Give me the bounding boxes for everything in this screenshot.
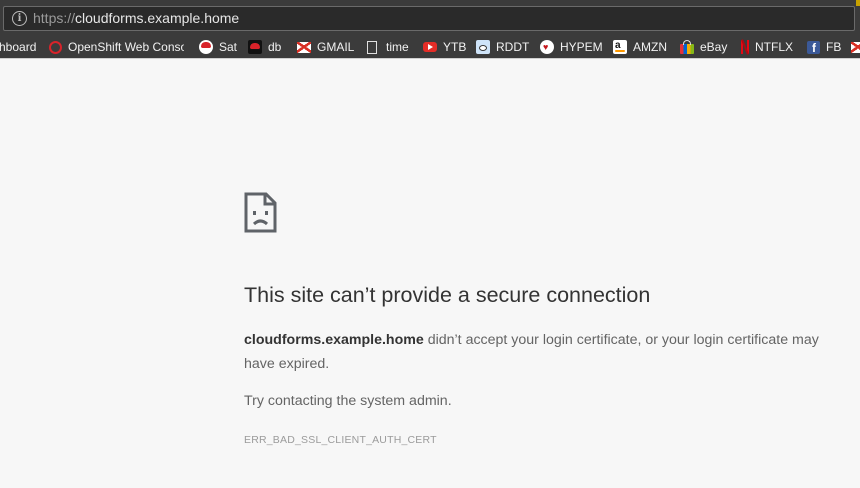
gmail-icon [297, 42, 311, 53]
page-icon [367, 40, 377, 54]
bookmark-label: time [386, 40, 409, 54]
error-host: cloudforms.example.home [244, 332, 424, 348]
gmail-icon [851, 42, 860, 53]
bookmark-gmail[interactable]: GMAIL [297, 36, 354, 58]
hypem-icon: ♥ [540, 40, 554, 54]
bookmark-label: OpenShift Web Conso [68, 40, 184, 54]
bookmark-youtube[interactable]: YTB [423, 36, 466, 58]
amazon-icon: a [613, 40, 627, 54]
bookmark-hypem[interactable]: ♥ HYPEM [540, 36, 603, 58]
info-icon[interactable]: i [12, 11, 27, 26]
bookmark-gmail-2[interactable] [851, 36, 860, 58]
browser-toolbar: i https://cloudforms.example.home [0, 0, 860, 36]
bookmark-label: NTFLX [755, 40, 794, 54]
bookmark-label: Sat [219, 40, 238, 54]
bookmark-netflix[interactable]: NTFLX [741, 36, 793, 58]
bookmark-openshift[interactable]: OpenShift Web Conso [49, 36, 184, 58]
youtube-icon [423, 42, 437, 52]
facebook-icon: f [807, 40, 820, 54]
url-text[interactable]: https://cloudforms.example.home [33, 10, 239, 26]
error-description: cloudforms.example.home didn’t accept yo… [244, 328, 844, 376]
openshift-icon [49, 40, 62, 54]
bookmark-amazon[interactable]: a AMZN [613, 36, 667, 58]
bookmark-label: RDDT [496, 40, 530, 54]
error-hint: Try contacting the system admin. [244, 393, 452, 409]
bookmark-label: YTB [443, 40, 467, 54]
bookmark-reddit[interactable]: RDDT [476, 36, 529, 58]
bookmark-label: FB [826, 40, 842, 54]
redhat-dark-icon [248, 40, 262, 54]
toolbar-divider [0, 58, 860, 59]
netflix-icon [741, 39, 749, 55]
reddit-icon [476, 40, 490, 54]
bookmark-label: HYPEM [560, 40, 603, 54]
url-host: cloudforms.example.home [75, 10, 240, 26]
bookmark-label: AMZN [633, 40, 667, 54]
toolbar-edge-marker [856, 0, 860, 6]
bookmark-label: hboard [0, 40, 37, 54]
error-code: ERR_BAD_SSL_CLIENT_AUTH_CERT [244, 434, 437, 446]
bookmark-sat[interactable]: Sat [199, 36, 237, 58]
bookmark-db[interactable]: db [248, 36, 281, 58]
url-scheme: https:// [33, 10, 76, 26]
bookmark-ebay[interactable]: eBay [680, 36, 727, 58]
bookmark-time[interactable]: time [367, 36, 409, 58]
ebay-icon [680, 39, 694, 54]
bookmarks-bar: hboard OpenShift Web Conso Sat db GMAIL … [0, 36, 860, 58]
bookmark-dashboard[interactable]: hboard [0, 36, 36, 58]
redhat-icon [199, 40, 213, 54]
error-title: This site can’t provide a secure connect… [244, 283, 651, 307]
bookmark-facebook[interactable]: f FB [807, 36, 841, 58]
bookmark-label: eBay [700, 40, 728, 54]
address-bar[interactable]: i https://cloudforms.example.home [3, 6, 855, 31]
bookmark-label: GMAIL [317, 40, 355, 54]
bookmark-label: db [268, 40, 282, 54]
sad-page-icon [244, 192, 277, 233]
